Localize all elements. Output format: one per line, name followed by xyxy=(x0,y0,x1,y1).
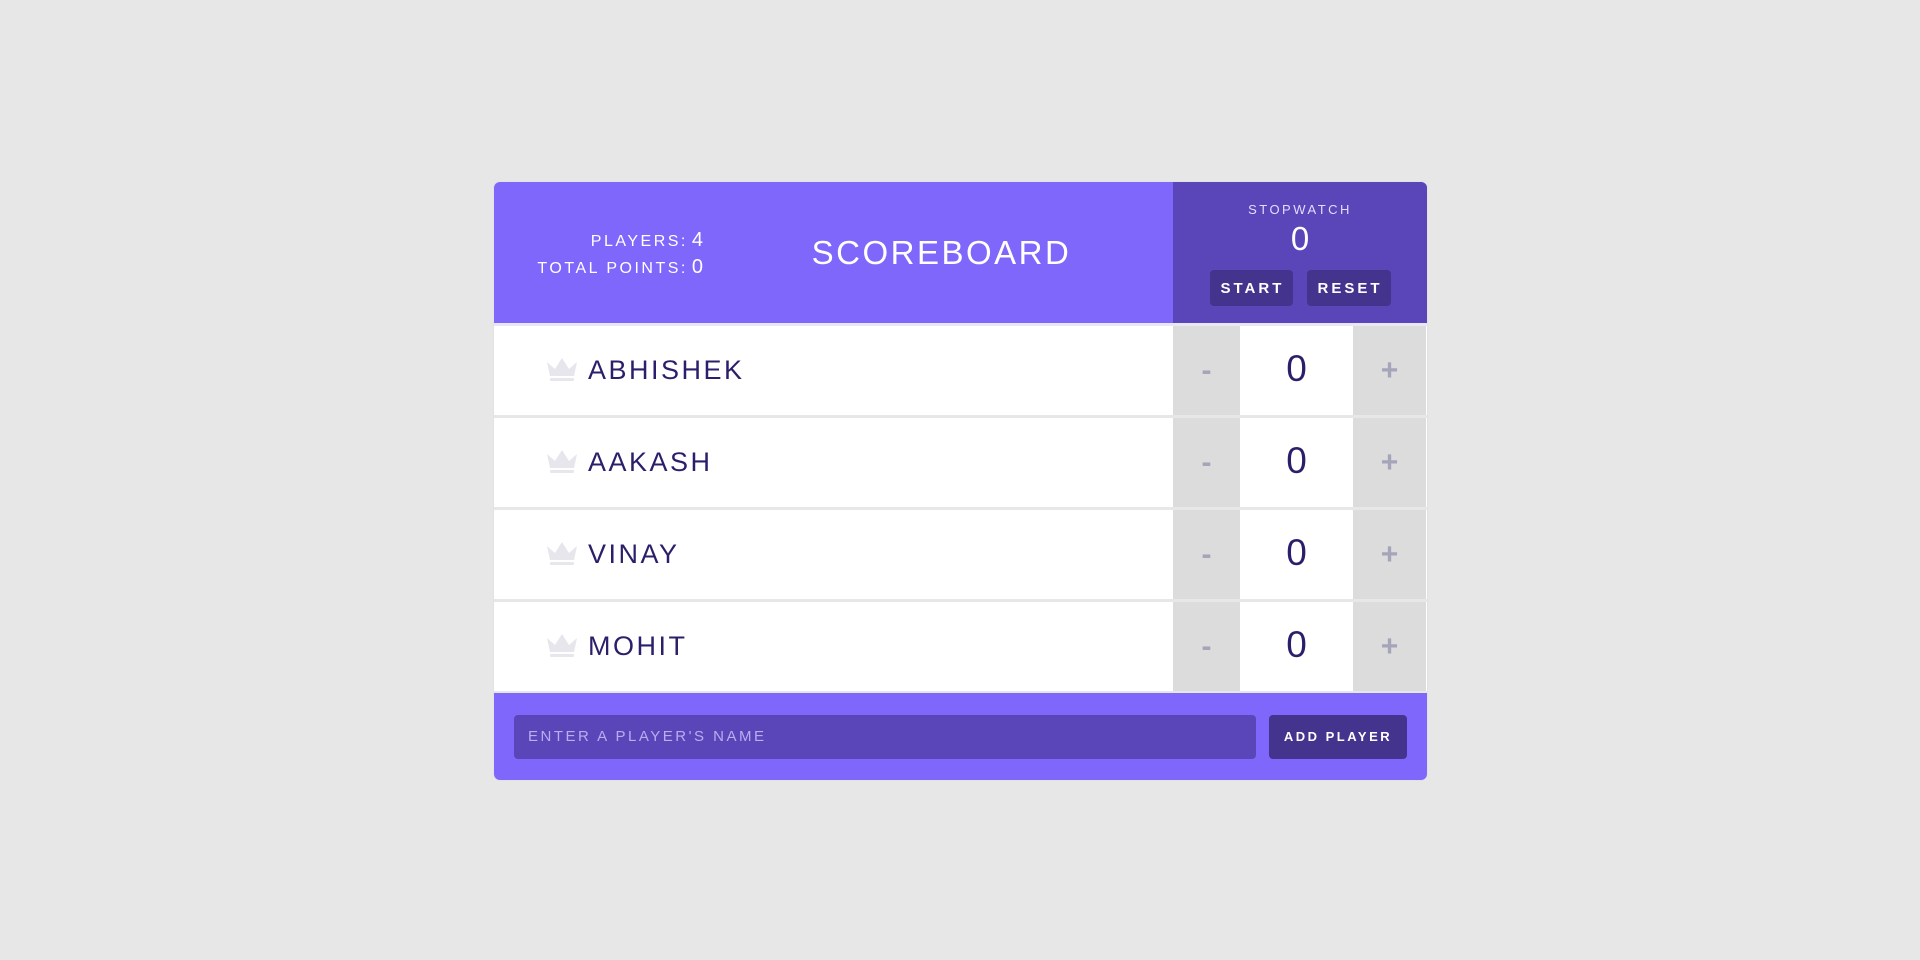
increment-button[interactable]: + xyxy=(1353,602,1426,691)
page-title: SCOREBOARD xyxy=(811,234,1072,271)
scoreboard-header: PLAYERS: 4 TOTAL POINTS: 0 SCOREBOARD STOP… xyxy=(494,182,1427,326)
score-counter: - 0 + xyxy=(1173,510,1427,599)
score-counter: - 0 + xyxy=(1173,602,1427,691)
crown-icon xyxy=(547,357,577,381)
increment-button[interactable]: + xyxy=(1353,418,1426,507)
decrement-button[interactable]: - xyxy=(1173,418,1240,507)
player-name-wrap: AAKASH xyxy=(494,418,1173,507)
increment-button[interactable]: + xyxy=(1353,510,1426,599)
player-row: AAKASH - 0 + xyxy=(494,418,1427,510)
player-name-wrap: MOHIT xyxy=(494,602,1173,691)
player-name: VINAY xyxy=(588,539,680,569)
player-name-wrap: VINAY xyxy=(494,510,1173,599)
player-score: 0 xyxy=(1286,348,1307,389)
stopwatch-time: 0 xyxy=(1290,220,1310,257)
decrement-button[interactable]: - xyxy=(1173,602,1240,691)
player-name: ABHISHEK xyxy=(588,355,745,385)
reset-button[interactable]: RESET xyxy=(1306,270,1391,306)
player-name: MOHIT xyxy=(588,631,688,661)
player-name-wrap: ABHISHEK xyxy=(494,326,1173,415)
crown-icon xyxy=(547,449,577,473)
crown-icon xyxy=(547,633,577,657)
decrement-button[interactable]: - xyxy=(1173,326,1240,415)
score-counter: - 0 + xyxy=(1173,418,1427,507)
stopwatch-buttons: START RESET xyxy=(1173,270,1427,306)
scoreboard: PLAYERS: 4 TOTAL POINTS: 0 SCOREBOARD STOP… xyxy=(494,182,1427,780)
player-row: ABHISHEK - 0 + xyxy=(494,326,1427,418)
add-player-button[interactable]: ADD PLAYER xyxy=(1269,714,1407,759)
add-player-form: ADD PLAYER xyxy=(494,693,1427,780)
decrement-button[interactable]: - xyxy=(1173,510,1240,599)
player-row: VINAY - 0 + xyxy=(494,510,1427,602)
player-name-input[interactable] xyxy=(514,714,1256,759)
stopwatch: STOPWATCH 0 START RESET xyxy=(1173,182,1427,323)
player-score: 0 xyxy=(1286,532,1307,573)
crown-icon xyxy=(547,541,577,565)
header-main: PLAYERS: 4 TOTAL POINTS: 0 SCOREBOARD xyxy=(494,182,1173,323)
stopwatch-label: STOPWATCH xyxy=(1248,202,1352,217)
start-button[interactable]: START xyxy=(1209,270,1293,306)
player-score: 0 xyxy=(1286,440,1307,481)
score-counter: - 0 + xyxy=(1173,326,1427,415)
increment-button[interactable]: + xyxy=(1353,326,1426,415)
player-name: AAKASH xyxy=(588,447,713,477)
player-score: 0 xyxy=(1286,624,1307,665)
player-row: MOHIT - 0 + xyxy=(494,602,1427,694)
